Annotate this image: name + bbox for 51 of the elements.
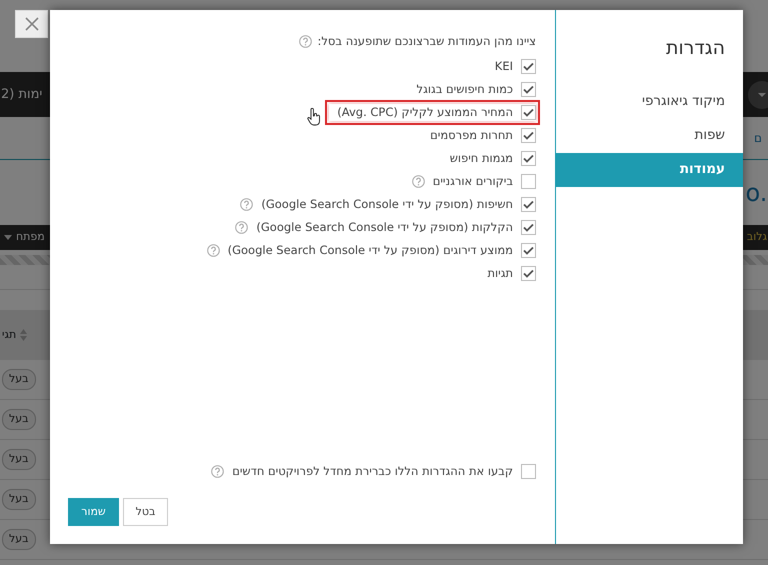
option-label: המחיר הממוצע לקליק (Avg. CPC) [337,104,513,121]
close-button[interactable] [15,10,48,38]
option-label: קבעו את ההגדרות הללו כברירת מחדל לפרויקטים חדשים [232,462,513,480]
help-icon[interactable] [235,221,248,234]
list-title: ימות (2 [1,86,42,104]
checkbox[interactable] [521,266,536,281]
checkbox[interactable] [521,197,536,212]
option-label: ממוצע דירוגים (מסופק על ידי Google Search Console) [228,242,513,259]
column-header[interactable]: תגי [2,326,16,344]
cancel-button[interactable]: בטל [123,498,168,526]
checkbox[interactable] [521,220,536,235]
option-label: חשיפות (מסופק על ידי Google Search Console) [261,196,513,213]
checkbox[interactable] [521,464,536,479]
instruction-text: ציינו מהן העמודות שברצונכם שתופענה בסל: [318,32,536,50]
filter-label[interactable]: גלוב [746,229,767,246]
tag-chip: בעל [2,409,36,430]
sidebar-item[interactable]: מיקוד גיאוגרפי [556,84,743,118]
sort-icon[interactable] [20,329,28,341]
help-icon[interactable] [298,35,312,48]
option-label: תחרות מפרסמים [430,126,513,144]
tag-chip: בעל [2,369,36,390]
option-label: KEI [494,58,513,75]
option-label: תגיות [487,264,513,282]
checkbox[interactable] [521,59,536,74]
tag-chip: בעל [2,529,36,550]
site-title: o.i [745,178,768,208]
checkbox[interactable] [521,105,536,120]
option-label: כמות חיפושים בגוגל [416,80,513,98]
checkbox[interactable] [521,128,536,143]
checkbox[interactable] [521,243,536,258]
help-icon[interactable] [240,198,254,211]
help-icon[interactable] [412,175,425,188]
option-label: מגמות חיפוש [450,150,513,167]
sidebar-item[interactable]: שפות [556,118,743,152]
tag-chip: בעל [2,489,36,510]
save-button[interactable]: שמור [68,498,119,526]
checkbox[interactable] [521,151,536,166]
sidebar-title: הגדרות [664,36,726,61]
hand-cursor-icon [307,108,322,126]
sidebar-item[interactable]: עמודות [556,152,743,186]
tab-link[interactable]: ם [754,129,762,147]
caret-icon [4,235,12,240]
option-label: ביקורים אורגניים [432,172,513,190]
option-label: הקלקות (מסופק על ידי Google Search Console) [256,218,513,236]
checkbox[interactable] [521,82,536,97]
close-icon [24,17,38,31]
filter-label[interactable]: מפתח [16,229,45,246]
help-icon[interactable] [206,244,220,257]
tag-chip: בעל [2,449,36,470]
help-icon[interactable] [211,465,224,478]
checkbox[interactable] [521,174,536,189]
